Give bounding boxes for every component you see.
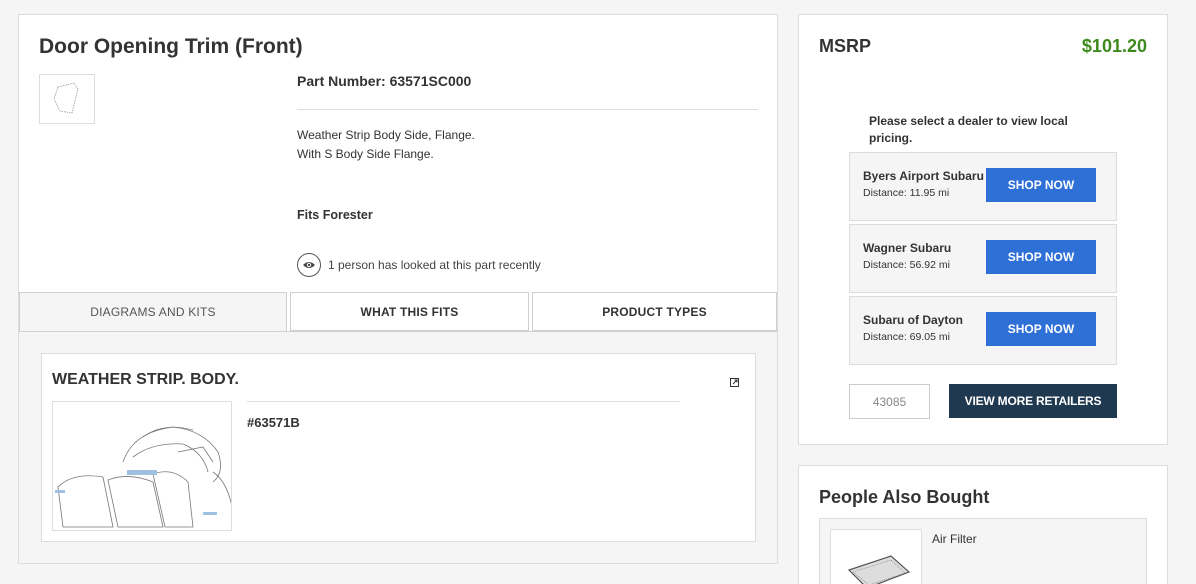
tab-what-this-fits[interactable]: WHAT THIS FITS: [290, 292, 529, 331]
dealer-distance: Distance: 69.05 mi: [863, 331, 950, 343]
tab-bar: DIAGRAMS AND KITS WHAT THIS FITS PRODUCT…: [19, 292, 777, 332]
also-bought-item[interactable]: Air Filter: [819, 518, 1147, 584]
dealer-card: Byers Airport Subaru Distance: 11.95 mi …: [849, 152, 1117, 221]
product-panel: Door Opening Trim (Front) Part Number: 6…: [18, 14, 778, 564]
eye-icon: [297, 253, 321, 277]
fits-vehicle: Fits Forester: [297, 208, 373, 222]
pricing-panel: MSRP $101.20 Please select a dealer to v…: [798, 14, 1168, 445]
divider: [247, 401, 680, 402]
dealer-card: Subaru of Dayton Distance: 69.05 mi SHOP…: [849, 296, 1117, 365]
people-also-bought-panel: People Also Bought Air Filter: [798, 465, 1168, 584]
dealer-distance: Distance: 56.92 mi: [863, 259, 950, 271]
diagram-title[interactable]: WEATHER STRIP. BODY.: [52, 371, 239, 389]
external-link-icon[interactable]: [730, 374, 739, 392]
also-bought-name[interactable]: Air Filter: [932, 532, 977, 546]
diagram-card: WEATHER STRIP. BODY. #63571B: [41, 353, 756, 542]
part-number: Part Number: 63571SC000: [297, 73, 472, 89]
diagram-image[interactable]: [52, 401, 232, 531]
dealer-select-note: Please select a dealer to view local pri…: [869, 114, 1068, 145]
dealer-name: Byers Airport Subaru: [863, 169, 984, 183]
also-bought-title: People Also Bought: [819, 487, 990, 507]
shop-now-button[interactable]: SHOP NOW: [986, 240, 1096, 274]
diagram-code: #63571B: [247, 415, 300, 430]
dealer-name: Subaru of Dayton: [863, 313, 964, 327]
shop-now-button[interactable]: SHOP NOW: [986, 168, 1096, 202]
shop-now-button[interactable]: SHOP NOW: [986, 312, 1096, 346]
view-more-retailers-button[interactable]: VIEW MORE RETAILERS: [949, 384, 1117, 418]
recently-viewed-notice: 1 person has looked at this part recentl…: [297, 253, 541, 277]
recently-viewed-text: 1 person has looked at this part recentl…: [328, 258, 541, 272]
also-bought-image[interactable]: [830, 529, 922, 584]
msrp-price: $101.20: [1081, 36, 1147, 56]
product-description: Weather Strip Body Side, Flange. With S …: [297, 126, 475, 164]
dealer-card: Wagner Subaru Distance: 56.92 mi SHOP NO…: [849, 224, 1117, 293]
tab-diagrams-and-kits[interactable]: DIAGRAMS AND KITS: [19, 292, 287, 331]
dealer-distance: Distance: 11.95 mi: [863, 187, 950, 199]
description-line: With S Body Side Flange.: [297, 147, 434, 161]
tab-product-types[interactable]: PRODUCT TYPES: [532, 292, 777, 331]
product-thumbnail[interactable]: [39, 74, 95, 124]
page-title: Door Opening Trim (Front): [39, 35, 303, 58]
dealer-name: Wagner Subaru: [863, 241, 952, 255]
divider: [297, 109, 758, 110]
zip-code-input[interactable]: [849, 384, 930, 419]
description-line: Weather Strip Body Side, Flange.: [297, 128, 475, 142]
msrp-label: MSRP: [819, 36, 872, 56]
